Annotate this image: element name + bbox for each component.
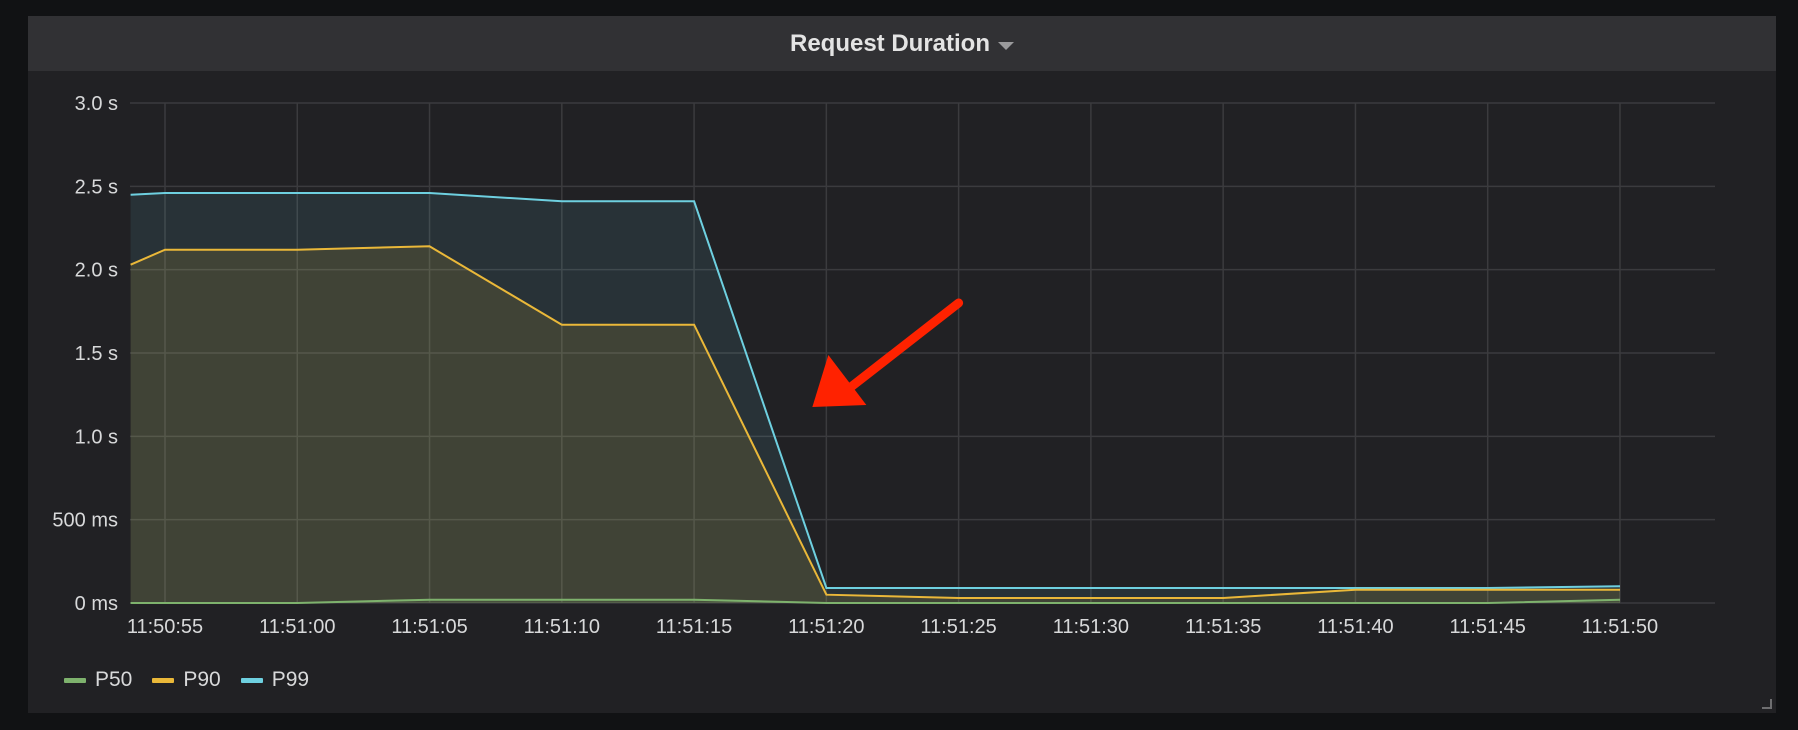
legend-swatch-p90: [152, 677, 175, 683]
legend-label-p90: P90: [183, 668, 221, 691]
annotation-arrow-shaft: [843, 298, 964, 394]
legend-item-p99[interactable]: P99: [240, 668, 310, 692]
x-tick-label: 11:51:30: [1053, 616, 1129, 638]
legend-item-p90[interactable]: P90: [152, 668, 221, 692]
resize-handle-icon[interactable]: [1762, 699, 1772, 709]
x-tick-label: 11:51:50: [1582, 616, 1658, 638]
legend-label-p99: P99: [271, 668, 310, 691]
x-tick-label: 11:51:25: [920, 616, 996, 638]
x-tick-label: 11:51:35: [1185, 616, 1261, 638]
area-p90: [130, 246, 1621, 604]
legend-swatch-p99: [240, 677, 263, 683]
y-axis: 3.0 s 2.5 s 2.0 s 1.5 s 1.0 s 500 ms 0 ms: [52, 93, 118, 615]
chart-areas: [130, 193, 1621, 604]
y-tick-label: 1.0 s: [75, 426, 118, 448]
x-tick-label: 11:51:15: [656, 616, 732, 638]
y-tick-label: 2.0 s: [75, 260, 118, 282]
y-tick-label: 500 ms: [52, 510, 118, 532]
legend-label-p50: P50: [95, 668, 133, 691]
annotation-arrow: [812, 298, 964, 407]
y-tick-label: 2.5 s: [75, 176, 118, 198]
x-axis: 11:50:55 11:51:00 11:51:05 11:51:10 11:51:15…: [127, 616, 1658, 638]
x-tick-label: 11:51:00: [259, 616, 335, 638]
legend-swatch-p50: [64, 677, 86, 683]
y-tick-label: 1.5 s: [75, 343, 118, 365]
chart-panel: Request Duration 3.0 s 2.5 s 2.0 s 1.5 s 1.0…: [28, 16, 1776, 713]
x-tick-label: 11:51:05: [391, 616, 467, 638]
x-tick-label: 11:50:55: [127, 616, 203, 638]
x-tick-label: 11:51:45: [1450, 616, 1526, 638]
x-tick-label: 11:51:20: [788, 616, 864, 638]
x-tick-label: 11:51:40: [1317, 616, 1393, 638]
y-tick-label: 0 ms: [75, 593, 118, 615]
x-tick-label: 11:51:10: [524, 616, 600, 638]
chart-svg: 3.0 s 2.5 s 2.0 s 1.5 s 1.0 s 500 ms 0 ms 11:5…: [52, 93, 1715, 638]
legend-item-p50[interactable]: P50: [64, 668, 132, 692]
legend: P50 P90 P99: [64, 668, 309, 692]
y-tick-label: 3.0 s: [75, 93, 118, 115]
